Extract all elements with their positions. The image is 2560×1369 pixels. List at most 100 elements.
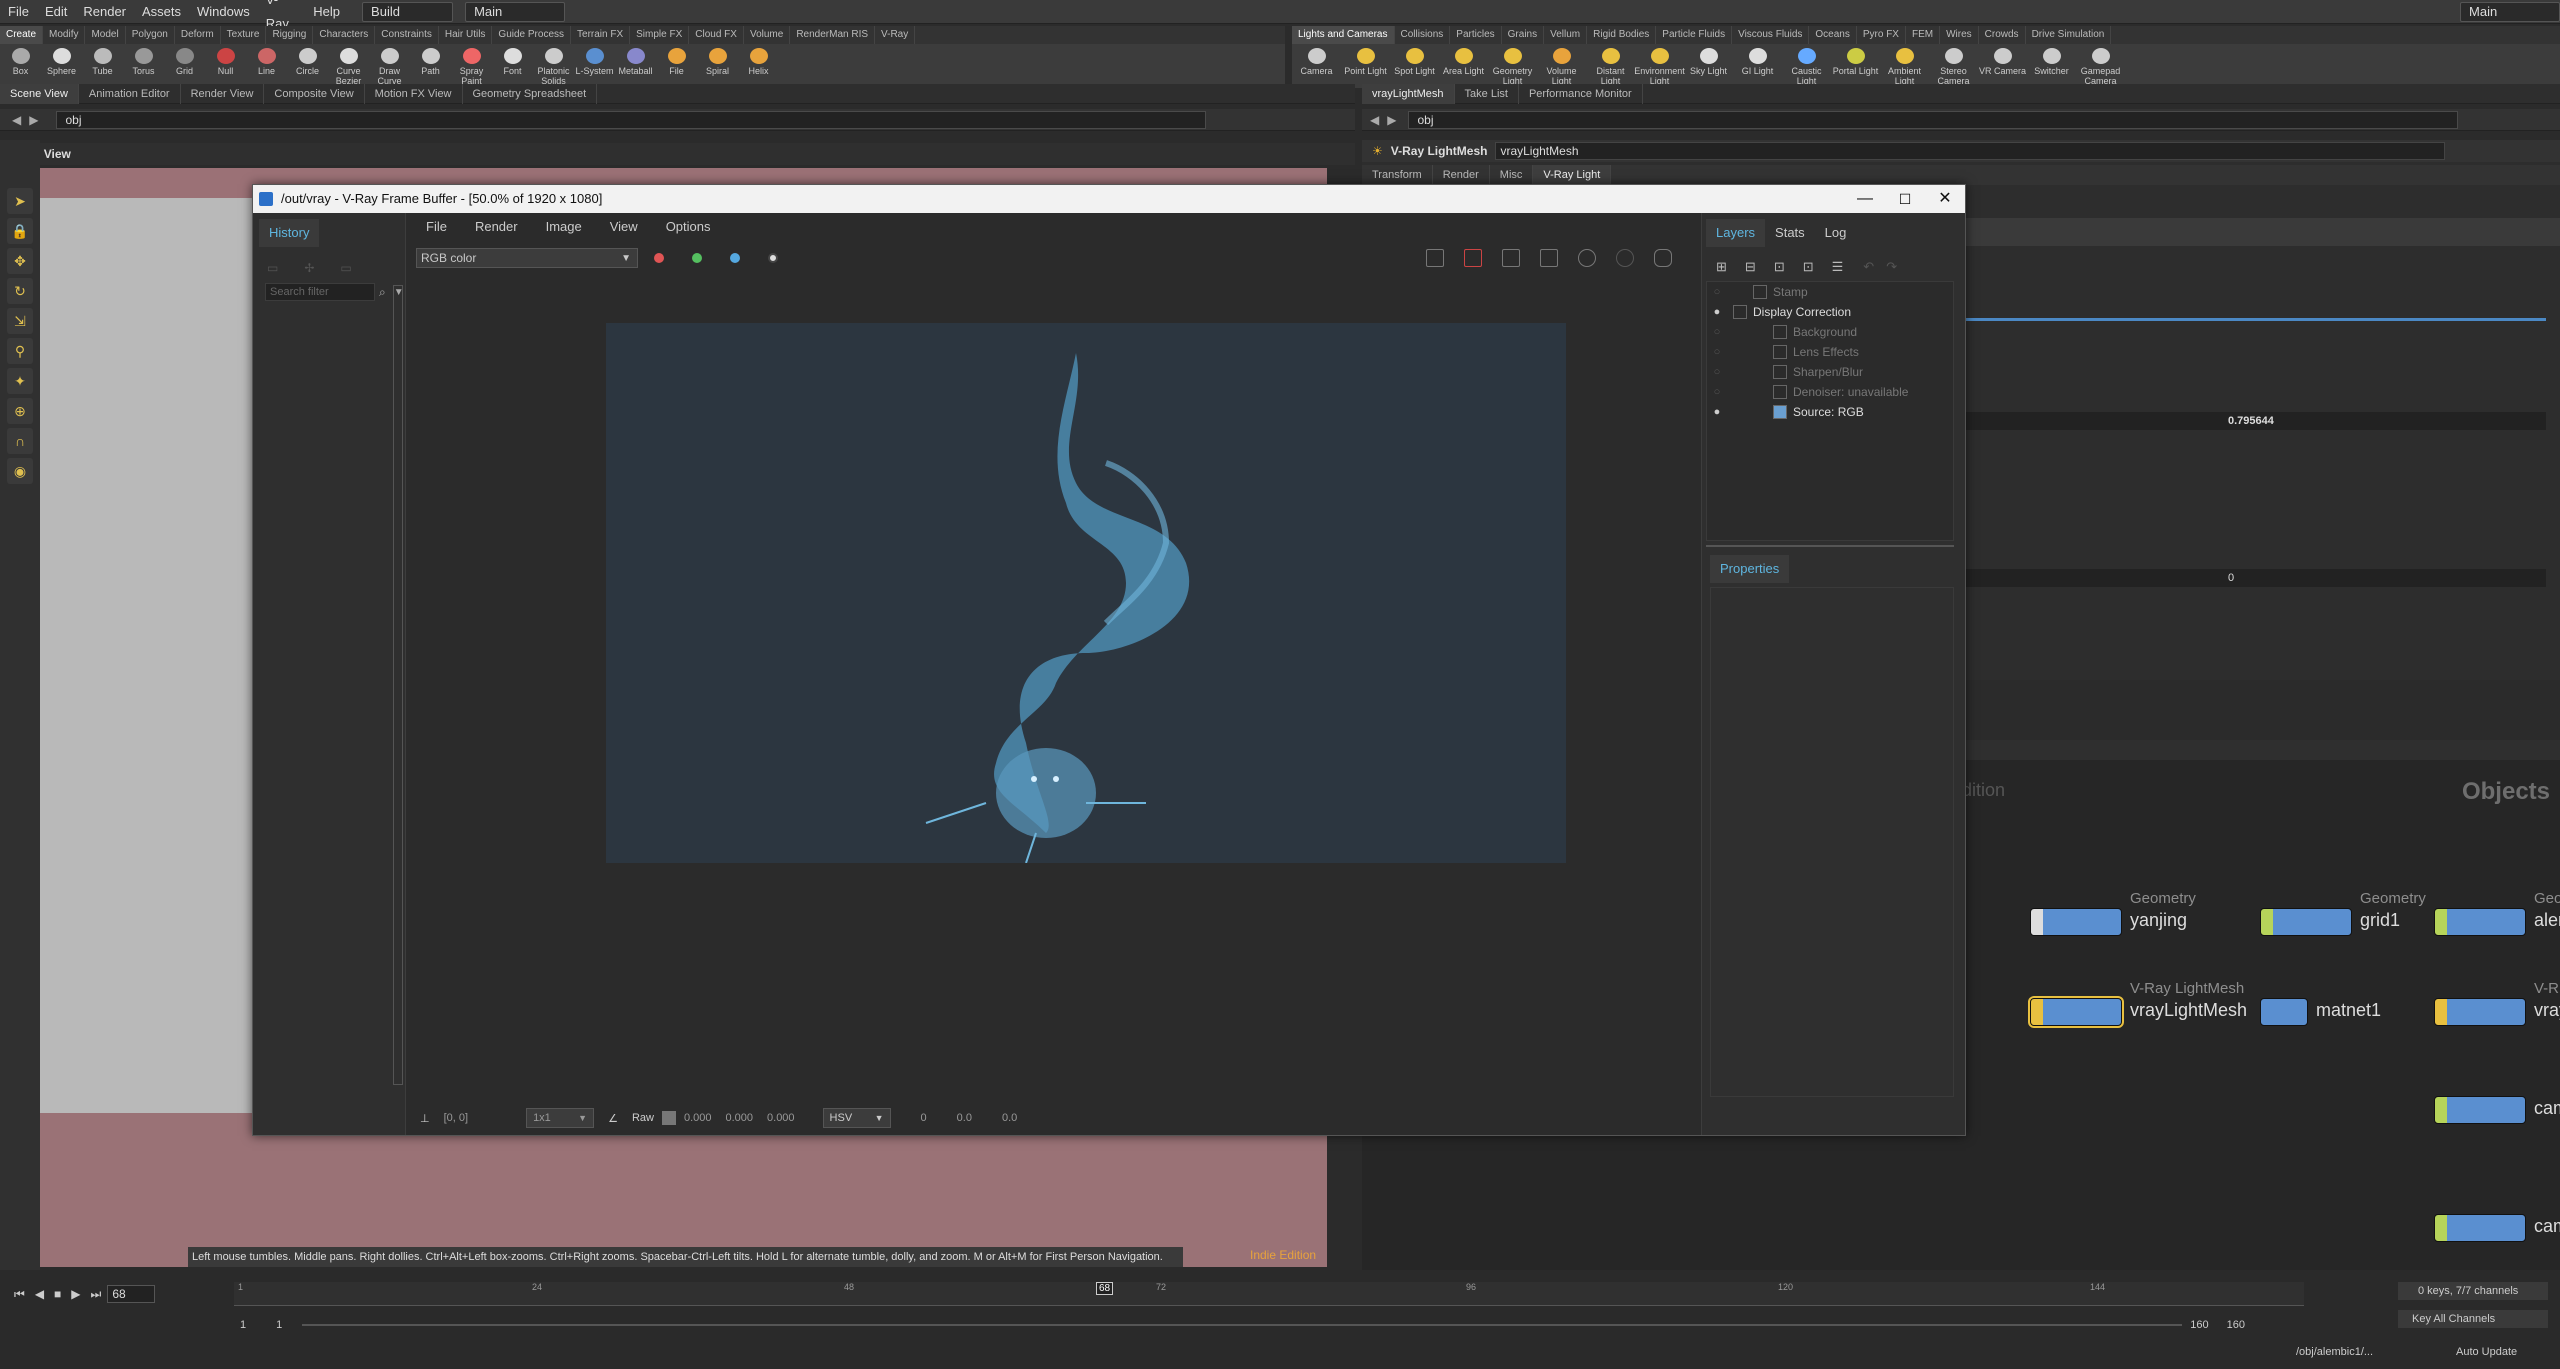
go-start-icon[interactable]: ⏮ [14,1287,25,1302]
shelf-tool[interactable]: Caustic Light [1782,44,1831,88]
shelf-tab[interactable]: Viscous Fluids [1732,26,1810,44]
current-frame-field[interactable]: 68 [107,1285,156,1303]
shelf-tab[interactable]: Wires [1940,26,1979,44]
eye-icon[interactable]: ○ [1707,342,1727,362]
shelf-tool[interactable]: Grid [164,44,205,88]
maximize-icon[interactable]: ☐ [1885,185,1925,213]
menu-render[interactable]: Render [75,0,134,24]
load-layers-icon[interactable]: ⊡ [1803,259,1814,275]
shelf-tool[interactable]: Environment Light [1634,44,1685,88]
menu-assets[interactable]: Assets [134,0,189,24]
tab-log[interactable]: Log [1815,219,1857,247]
node-name[interactable]: cam [2534,1216,2560,1237]
shelf-tool[interactable]: Null [205,44,246,88]
auto-update-label[interactable]: Auto Update [2456,1346,2517,1358]
network-node[interactable] [2434,908,2526,936]
shelf-tool[interactable]: File [656,44,697,88]
shelf-tab[interactable]: Collisions [1395,26,1451,44]
shelf-tool[interactable]: Ambient Light [1880,44,1929,88]
node-name[interactable]: vray [2534,1000,2560,1021]
zoom-mode-dropdown[interactable]: 1x1 ▼ [526,1108,595,1128]
handle-tool-icon[interactable]: ⚲ [7,338,33,364]
param-slider[interactable] [1966,318,2546,321]
forward-arrow-icon[interactable]: ▶ [29,113,38,127]
shelf-tab[interactable]: Polygon [126,26,175,44]
shelf-tab[interactable]: Particle Fluids [1656,26,1733,44]
desktop-dropdown[interactable]: Build [362,1,454,22]
shelf-tool[interactable]: Platonic Solids [533,44,574,88]
range-end-2[interactable]: 160 [2227,1319,2245,1331]
channel-dropdown[interactable]: RGB color ▼ [416,248,638,268]
node-name[interactable]: vrayLightMesh [2130,1000,2247,1021]
shelf-tool[interactable]: L-System [574,44,615,88]
key-all-channels-dropdown[interactable]: Key All Channels [2398,1310,2548,1328]
shelf-tab[interactable]: Volume [744,26,791,44]
shelf-tab[interactable]: Rigging [266,26,314,44]
frame-ruler[interactable]: 1 24 48 68 72 96 120 144 [234,1282,2304,1306]
save-layers-icon[interactable]: ⊡ [1774,259,1785,275]
tab-stats[interactable]: Stats [1765,219,1815,247]
param-node-name[interactable]: vrayLightMesh [1495,142,2446,160]
vfb-menu-file[interactable]: File [426,219,447,234]
vfb-menu-options[interactable]: Options [666,219,711,234]
range-end[interactable]: 160 [2190,1319,2208,1331]
green-channel-icon[interactable] [692,253,702,263]
alpha-channel-icon[interactable] [768,253,778,263]
blue-channel-icon[interactable] [730,253,740,263]
rotate-tool-icon[interactable]: ↻ [7,278,33,304]
shelf-tool[interactable]: Volume Light [1537,44,1586,88]
left-splitter-handle[interactable] [506,581,512,641]
properties-tab[interactable]: Properties [1710,555,1790,583]
main-dropdown[interactable]: Main [465,1,566,22]
shelf-tab[interactable]: Vellum [1544,26,1588,44]
range-start-2[interactable]: 1 [276,1319,282,1331]
magnet-tool-icon[interactable]: ∩ [7,428,33,454]
network-node[interactable] [2434,1214,2526,1242]
undo-icon[interactable]: ↶ [1863,259,1874,275]
shelf-tab[interactable]: Model [85,26,126,44]
network-node[interactable] [2028,996,2124,1028]
shelf-tab[interactable]: Texture [221,26,267,44]
back-arrow-icon[interactable]: ◀ [12,113,21,127]
shelf-tool[interactable]: Spot Light [1390,44,1439,88]
eye-icon[interactable]: ● [1707,302,1727,322]
snap-tool-icon[interactable]: ⊕ [7,398,33,424]
shelf-tab[interactable]: FEM [1906,26,1941,44]
shelf-tool[interactable]: Point Light [1341,44,1390,88]
eye-icon[interactable]: ○ [1707,382,1727,402]
shelf-tool[interactable]: Geometry Light [1488,44,1537,88]
shelf-tool[interactable]: Stereo Camera [1929,44,1978,88]
close-icon[interactable]: ✕ [1925,185,1965,213]
history-compare-icon[interactable]: ✢ [304,261,314,275]
layer-row[interactable]: ○ Lens Effects [1707,342,1953,362]
eye-icon[interactable]: ● [1707,402,1727,422]
layer-row[interactable]: ○ Background [1707,322,1953,342]
pane-tab[interactable]: vrayLightMesh [1362,83,1455,104]
history-save-icon[interactable]: ▭ [340,261,351,275]
param-tab-render[interactable]: Render [1433,165,1490,185]
shelf-tab[interactable]: Simple FX [630,26,690,44]
shelf-tab[interactable]: Pyro FX [1857,26,1906,44]
path-field-left[interactable]: obj [56,110,1207,129]
shelf-tab[interactable]: Hair Utils [439,26,493,44]
pane-tab[interactable]: Take List [1455,83,1519,104]
param-value-field-1[interactable]: 0.795644 [1966,412,2546,430]
view-tool-icon[interactable]: ◉ [7,458,33,484]
back-arrow-icon[interactable]: ◀ [1370,113,1379,127]
play-icon[interactable]: ▶ [71,1287,80,1301]
network-node[interactable] [2030,908,2122,936]
shelf-tool[interactable]: Draw Curve [369,44,410,88]
range-start[interactable]: 1 [240,1319,246,1331]
scale-tool-icon[interactable]: ⇲ [7,308,33,334]
minimize-icon[interactable]: — [1845,185,1885,213]
shelf-tab[interactable]: Constraints [375,26,439,44]
shelf-tab[interactable]: Oceans [1809,26,1857,44]
go-end-icon[interactable]: ⏭ [91,1287,102,1302]
param-tab-vray-light[interactable]: V-Ray Light [1533,165,1612,185]
pane-tab[interactable]: Scene View [0,83,79,104]
node-name[interactable]: yanjing [2130,910,2187,931]
layer-row[interactable]: ○ Sharpen/Blur [1707,362,1953,382]
shelf-tab[interactable]: Terrain FX [571,26,631,44]
layer-list-icon[interactable]: ☰ [1832,259,1844,275]
path-field-right[interactable]: obj [1408,110,2459,129]
